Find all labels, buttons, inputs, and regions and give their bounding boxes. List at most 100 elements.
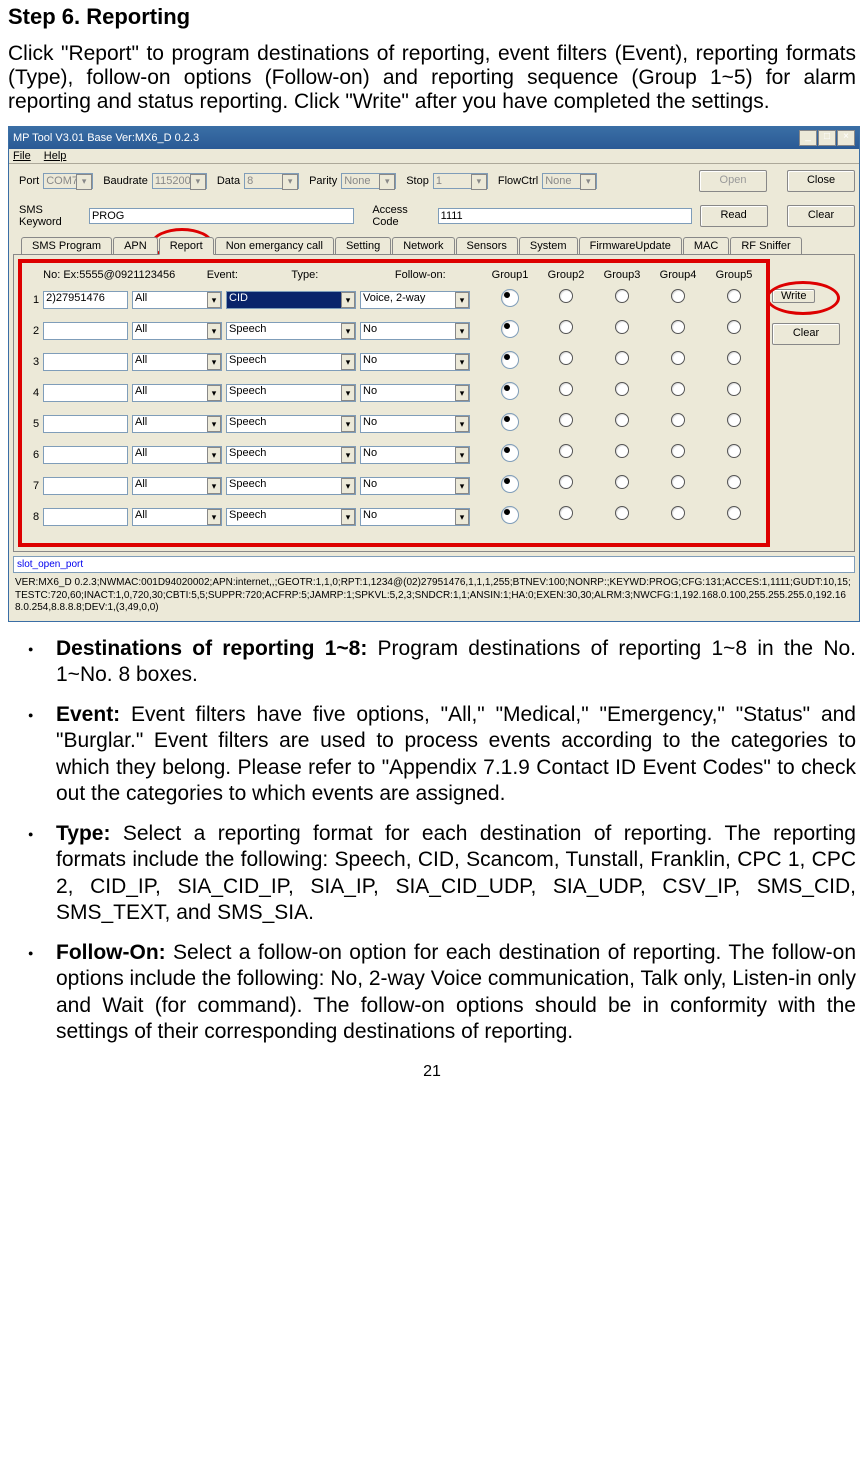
menu-help[interactable]: Help bbox=[44, 150, 67, 162]
destination-input[interactable] bbox=[43, 384, 128, 402]
group3-radio[interactable] bbox=[615, 320, 629, 334]
close-icon[interactable]: × bbox=[837, 130, 855, 146]
destination-input[interactable] bbox=[43, 446, 128, 464]
event-select[interactable]: All bbox=[132, 415, 222, 433]
type-select[interactable]: CID bbox=[226, 291, 356, 309]
stop-select[interactable]: 1 bbox=[433, 173, 488, 189]
group3-radio[interactable] bbox=[615, 382, 629, 396]
group4-radio[interactable] bbox=[671, 382, 685, 396]
group2-radio[interactable] bbox=[559, 351, 573, 365]
group3-radio[interactable] bbox=[615, 444, 629, 458]
group1-radio[interactable] bbox=[501, 444, 519, 462]
flow-select[interactable]: None bbox=[542, 173, 597, 189]
tab-rf-sniffer[interactable]: RF Sniffer bbox=[730, 237, 801, 255]
group5-radio[interactable] bbox=[727, 320, 741, 334]
event-select[interactable]: All bbox=[132, 384, 222, 402]
group1-radio[interactable] bbox=[501, 506, 519, 524]
group4-radio[interactable] bbox=[671, 351, 685, 365]
group2-radio[interactable] bbox=[559, 289, 573, 303]
baud-select[interactable]: 115200 bbox=[152, 173, 207, 189]
maximize-icon[interactable]: □ bbox=[818, 130, 836, 146]
clear-button[interactable]: Clear bbox=[787, 205, 855, 227]
menu-file[interactable]: File bbox=[13, 150, 31, 162]
follow-on-select[interactable]: No bbox=[360, 477, 470, 495]
follow-on-select[interactable]: No bbox=[360, 353, 470, 371]
group5-radio[interactable] bbox=[727, 382, 741, 396]
group3-radio[interactable] bbox=[615, 475, 629, 489]
read-button[interactable]: Read bbox=[700, 205, 768, 227]
group2-radio[interactable] bbox=[559, 320, 573, 334]
group4-radio[interactable] bbox=[671, 413, 685, 427]
event-select[interactable]: All bbox=[132, 322, 222, 340]
group2-radio[interactable] bbox=[559, 475, 573, 489]
data-select[interactable]: 8 bbox=[244, 173, 299, 189]
open-button[interactable]: Open bbox=[699, 170, 767, 192]
type-select[interactable]: Speech bbox=[226, 322, 356, 340]
group3-radio[interactable] bbox=[615, 351, 629, 365]
group1-radio[interactable] bbox=[501, 413, 519, 431]
group1-radio[interactable] bbox=[501, 351, 519, 369]
follow-on-select[interactable]: No bbox=[360, 508, 470, 526]
close-button[interactable]: Close bbox=[787, 170, 855, 192]
group1-radio[interactable] bbox=[501, 320, 519, 338]
group5-radio[interactable] bbox=[727, 289, 741, 303]
group3-radio[interactable] bbox=[615, 289, 629, 303]
destination-input[interactable]: 2)27951476 bbox=[43, 291, 128, 309]
type-select[interactable]: Speech bbox=[226, 508, 356, 526]
type-select[interactable]: Speech bbox=[226, 446, 356, 464]
event-select[interactable]: All bbox=[132, 508, 222, 526]
tab-firmwareupdate[interactable]: FirmwareUpdate bbox=[579, 237, 682, 255]
destination-input[interactable] bbox=[43, 415, 128, 433]
type-select[interactable]: Speech bbox=[226, 415, 356, 433]
event-select[interactable]: All bbox=[132, 291, 222, 309]
type-select[interactable]: Speech bbox=[226, 353, 356, 371]
group5-radio[interactable] bbox=[727, 506, 741, 520]
group4-radio[interactable] bbox=[671, 289, 685, 303]
group2-radio[interactable] bbox=[559, 382, 573, 396]
follow-on-select[interactable]: No bbox=[360, 446, 470, 464]
tab-apn[interactable]: APN bbox=[113, 237, 158, 255]
group4-radio[interactable] bbox=[671, 444, 685, 458]
tab-sms-program[interactable]: SMS Program bbox=[21, 237, 112, 255]
write-button[interactable]: Write bbox=[772, 289, 815, 303]
group5-radio[interactable] bbox=[727, 444, 741, 458]
group1-radio[interactable] bbox=[501, 475, 519, 493]
event-select[interactable]: All bbox=[132, 446, 222, 464]
tab-network[interactable]: Network bbox=[392, 237, 454, 255]
tab-report[interactable]: Report bbox=[159, 237, 214, 255]
group5-radio[interactable] bbox=[727, 351, 741, 365]
group5-radio[interactable] bbox=[727, 413, 741, 427]
follow-on-select[interactable]: No bbox=[360, 415, 470, 433]
follow-on-select[interactable]: No bbox=[360, 384, 470, 402]
type-select[interactable]: Speech bbox=[226, 477, 356, 495]
destination-input[interactable] bbox=[43, 508, 128, 526]
minimize-icon[interactable]: _ bbox=[799, 130, 817, 146]
group2-radio[interactable] bbox=[559, 506, 573, 520]
event-select[interactable]: All bbox=[132, 353, 222, 371]
type-select[interactable]: Speech bbox=[226, 384, 356, 402]
group3-radio[interactable] bbox=[615, 413, 629, 427]
report-clear-button[interactable]: Clear bbox=[772, 323, 840, 345]
follow-on-select[interactable]: Voice, 2-way bbox=[360, 291, 470, 309]
group4-radio[interactable] bbox=[671, 475, 685, 489]
group2-radio[interactable] bbox=[559, 444, 573, 458]
group1-radio[interactable] bbox=[501, 382, 519, 400]
access-code-input[interactable] bbox=[438, 208, 692, 224]
group4-radio[interactable] bbox=[671, 506, 685, 520]
group3-radio[interactable] bbox=[615, 506, 629, 520]
event-select[interactable]: All bbox=[132, 477, 222, 495]
group4-radio[interactable] bbox=[671, 320, 685, 334]
follow-on-select[interactable]: No bbox=[360, 322, 470, 340]
tab-setting[interactable]: Setting bbox=[335, 237, 391, 255]
port-select[interactable]: COM7 bbox=[43, 173, 93, 189]
sms-keyword-input[interactable] bbox=[89, 208, 354, 224]
destination-input[interactable] bbox=[43, 322, 128, 340]
tab-sensors[interactable]: Sensors bbox=[456, 237, 518, 255]
tab-mac[interactable]: MAC bbox=[683, 237, 729, 255]
group1-radio[interactable] bbox=[501, 289, 519, 307]
parity-select[interactable]: None bbox=[341, 173, 396, 189]
tab-non-emergancy-call[interactable]: Non emergancy call bbox=[215, 237, 334, 255]
destination-input[interactable] bbox=[43, 477, 128, 495]
tab-system[interactable]: System bbox=[519, 237, 578, 255]
group5-radio[interactable] bbox=[727, 475, 741, 489]
